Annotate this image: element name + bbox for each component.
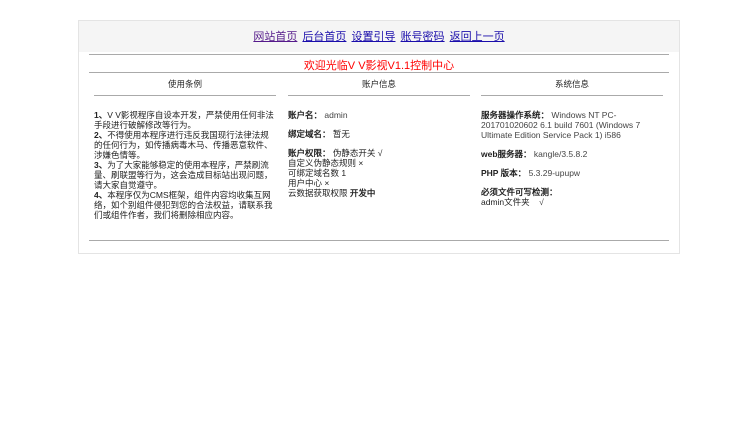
- writable-check: 必须文件可写检测： admin文件夹 √: [481, 187, 558, 207]
- system-column: 系统信息 服务器操作系统： Windows NT PC-201701020602…: [481, 79, 663, 207]
- nav-setup-guide[interactable]: 设置引导: [352, 31, 396, 43]
- usage-item: 4、本程序仅为CMS框架，组件内容均收集互网络，如个别组件侵犯到您的合法权益，请…: [94, 190, 273, 220]
- control-panel: 网站首页 后台首页 设置引导 账号密码 返回上一页 欢迎光临V V影视V1.1控…: [78, 20, 680, 254]
- nav-site-home[interactable]: 网站首页: [253, 31, 297, 43]
- usage-item: 2、不得使用本程序进行违反我国现行法律法规的任何行为，如传播病毒木马、传播恶意软…: [94, 130, 273, 160]
- welcome-title: 欢迎光临V V影视V1.1控制中心: [303, 60, 455, 72]
- account-heading: 账户信息: [288, 79, 470, 96]
- php-version: PHP 版本： 5.3.29-upupw: [481, 168, 581, 178]
- divider: [89, 54, 669, 55]
- account-name: 账户名： admin: [288, 110, 348, 120]
- usage-heading: 使用条例: [94, 79, 276, 96]
- nav-account-password[interactable]: 账号密码: [401, 31, 445, 43]
- web-server: web服务器： kangle/3.5.8.2: [481, 149, 588, 159]
- server-os: 服务器操作系统： Windows NT PC-201701020602 6.1 …: [481, 110, 641, 140]
- divider: [89, 240, 669, 241]
- nav-admin-home[interactable]: 后台首页: [302, 31, 346, 43]
- usage-item: 3、为了大家能够稳定的使用本程序，严禁刷流量、刷联盟等行为，这会造成目标站出现问…: [94, 160, 273, 190]
- account-column: 账户信息 账户名： admin 绑定域名： 暂无 账户权限： 伪静态开关 √ 自…: [288, 79, 470, 198]
- bound-domain: 绑定域名： 暂无: [288, 129, 350, 139]
- usage-column: 使用条例 1、V V影视程序自设本开发，严禁使用任何非法手段进行破解修改等行为。…: [94, 79, 276, 220]
- usage-item: 1、V V影视程序自设本开发，严禁使用任何非法手段进行破解修改等行为。: [94, 110, 274, 130]
- divider: [89, 72, 669, 73]
- top-nav: 网站首页 后台首页 设置引导 账号密码 返回上一页: [79, 21, 679, 52]
- system-heading: 系统信息: [481, 79, 663, 96]
- account-permissions: 账户权限： 伪静态开关 √ 自定义伪静态规则 × 可绑定域名数 1 用户中心 ×…: [288, 148, 383, 198]
- nav-go-back[interactable]: 返回上一页: [450, 31, 505, 43]
